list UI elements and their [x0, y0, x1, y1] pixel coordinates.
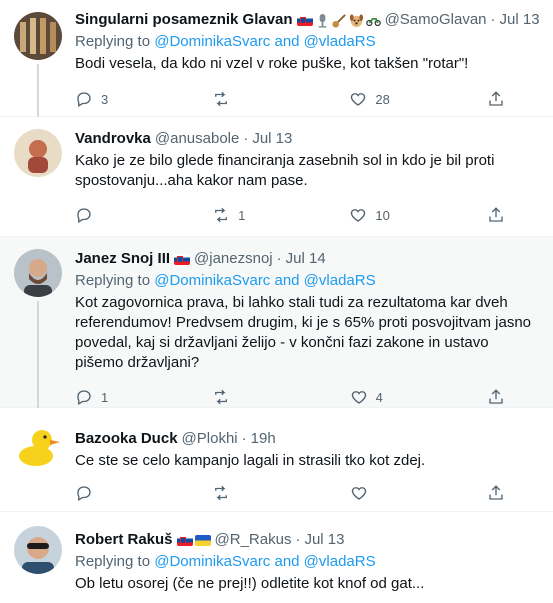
avatar[interactable] — [14, 249, 62, 297]
reply-icon — [77, 92, 91, 107]
retweet-icon — [215, 207, 228, 223]
replying-to: Replying to @DominikaSvarc and @vladaRS — [75, 553, 376, 570]
tweet-text: Ob letu osorej (če ne prej!!) odletite k… — [75, 575, 425, 592]
timestamp[interactable]: Jul 14 — [286, 249, 326, 269]
slovenia-flag-icon — [176, 534, 193, 546]
display-name[interactable]: Vandrovka — [75, 129, 151, 149]
display-name[interactable]: Robert Rakuš — [75, 530, 173, 550]
like-button[interactable]: 4 — [350, 387, 390, 407]
retweet-icon — [215, 485, 228, 501]
replying-to-users-link[interactable]: @DominikaSvarc and @vladaRS — [154, 272, 375, 289]
replying-to-users-link[interactable]: @DominikaSvarc and @vladaRS — [154, 33, 375, 50]
reply-button[interactable]: 1 — [75, 387, 115, 407]
replying-to-users-link[interactable]: @DominikaSvarc and @vladaRS — [154, 553, 375, 570]
user-handle[interactable]: @Plokhi — [182, 429, 238, 449]
user-handle[interactable]: @anusabole — [155, 129, 239, 149]
share-icon — [489, 389, 503, 404]
reply-icon — [77, 390, 91, 405]
display-name[interactable]: Janez Snoj III — [75, 249, 170, 269]
avatar[interactable] — [14, 129, 62, 177]
share-button[interactable] — [487, 387, 505, 407]
reply-button[interactable]: 3 — [75, 89, 115, 109]
retweet-button[interactable] — [212, 387, 252, 407]
tweet-text: Kot zagovornica prava, bi lahko stali tu… — [75, 294, 532, 371]
share-icon — [489, 91, 503, 106]
tweet-text: Kako je ze bilo glede financiranja zaseb… — [75, 152, 495, 189]
name-emojis — [296, 13, 381, 28]
share-button[interactable] — [487, 89, 505, 109]
avatar[interactable] — [14, 422, 62, 470]
tweet-actions — [75, 483, 505, 503]
tweet-text: Bodi vesela, da kdo ni vzel v roke puške… — [75, 55, 469, 72]
motorcycle-icon — [365, 17, 381, 26]
heart-icon — [351, 209, 366, 222]
reply-icon — [77, 486, 91, 501]
reply-button[interactable] — [75, 483, 115, 503]
user-handle[interactable]: @janezsnoj — [194, 249, 273, 269]
reply-button[interactable] — [75, 205, 115, 225]
share-icon — [489, 207, 503, 222]
replying-to: Replying to @DominikaSvarc and @vladaRS — [75, 33, 376, 50]
like-button[interactable]: 10 — [349, 205, 390, 225]
share-icon — [489, 485, 503, 500]
avatar[interactable] — [14, 12, 62, 60]
retweet-button[interactable]: 1 — [212, 205, 252, 225]
avatar[interactable] — [14, 526, 62, 574]
share-button[interactable] — [487, 483, 505, 503]
display-name[interactable]: Singularni posameznik Glavan — [75, 10, 293, 30]
tweet-actions: 3 28 — [75, 89, 505, 109]
heart-icon — [351, 93, 366, 106]
like-count: 4 — [375, 389, 383, 405]
timestamp[interactable]: Jul 13 — [500, 10, 540, 30]
ukraine-flag-icon — [194, 534, 211, 546]
microphone-icon — [318, 13, 326, 28]
tweet-text: Ce ste se celo kampanjo lagali in strasi… — [75, 452, 426, 469]
retweet-button[interactable] — [212, 483, 252, 503]
reply-count: 3 — [101, 91, 109, 107]
retweet-icon — [215, 389, 228, 405]
dog-face-icon — [349, 13, 363, 27]
like-count: 10 — [375, 207, 390, 223]
timestamp[interactable]: Jul 13 — [252, 129, 292, 149]
tweet[interactable]: Vandrovka @anusabole · Jul 13 Kako je ze… — [0, 117, 553, 237]
reply-count: 1 — [101, 389, 109, 405]
guitar-icon — [332, 13, 346, 28]
display-name[interactable]: Bazooka Duck — [75, 429, 178, 449]
like-count: 28 — [375, 91, 390, 107]
tweet[interactable]: Bazooka Duck @Plokhi · 19h Ce ste se cel… — [0, 408, 553, 512]
tweet[interactable]: Singularni posameznik Glavan @SamoGlavan… — [0, 0, 553, 117]
retweet-icon — [215, 91, 228, 107]
user-handle[interactable]: @SamoGlavan — [385, 10, 487, 30]
name-emojis — [174, 253, 191, 265]
tweet-actions: 1 10 — [75, 205, 505, 225]
reply-icon — [77, 208, 91, 223]
replying-to: Replying to @DominikaSvarc and @vladaRS — [75, 272, 376, 289]
retweet-button[interactable] — [212, 89, 252, 109]
timestamp[interactable]: Jul 13 — [304, 530, 344, 550]
like-button[interactable]: 28 — [349, 89, 390, 109]
like-button[interactable] — [350, 483, 390, 503]
tweet[interactable]: Robert Rakuš @R_Rakus · Jul 13 Replying … — [0, 512, 553, 603]
tweet-actions: 1 4 — [75, 387, 505, 407]
timestamp[interactable]: 19h — [251, 429, 276, 449]
thread-line — [37, 64, 39, 117]
slovenia-flag-icon — [174, 253, 191, 265]
user-handle[interactable]: @R_Rakus — [215, 530, 292, 550]
thread-line — [37, 301, 39, 408]
heart-icon — [351, 487, 366, 500]
slovenia-flag-icon — [296, 14, 313, 26]
heart-icon — [351, 391, 366, 404]
tweet[interactable]: Janez Snoj III @janezsnoj · Jul 14 Reply… — [0, 237, 553, 408]
name-emojis — [176, 534, 211, 546]
share-button[interactable] — [487, 205, 505, 225]
retweet-count: 1 — [238, 207, 246, 223]
